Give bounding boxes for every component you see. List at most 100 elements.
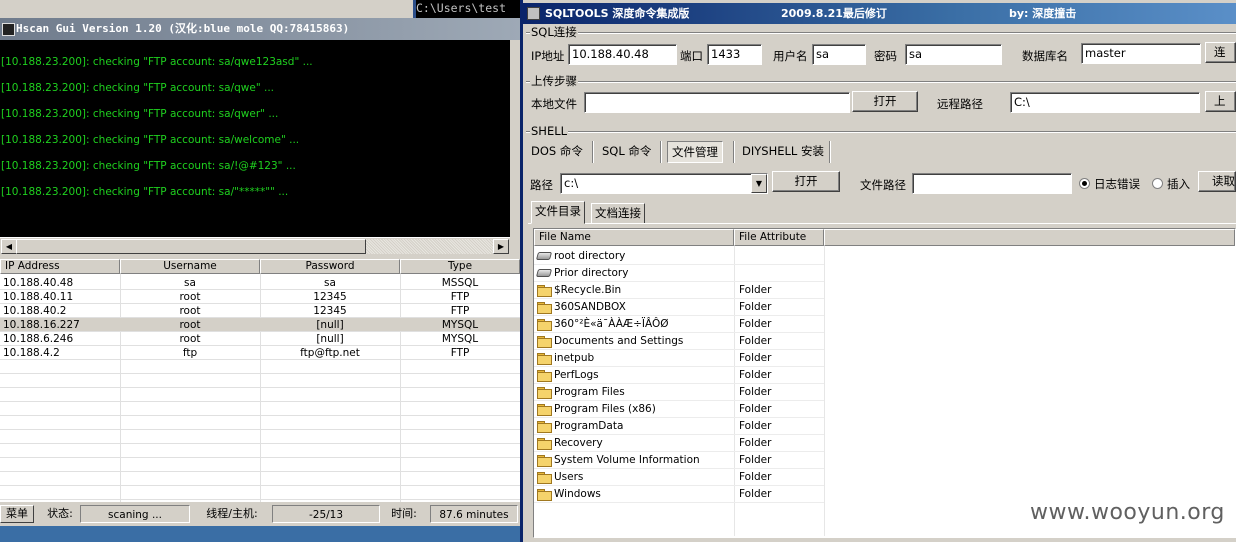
list-item[interactable]: Users Folder (534, 469, 1234, 486)
tab-file-manager[interactable]: 文件管理 (667, 141, 723, 163)
remote-path-input[interactable]: C:\ (1010, 92, 1200, 113)
list-item[interactable]: inetpub Folder (534, 350, 1234, 367)
column-header-file-name[interactable]: File Name (534, 229, 734, 246)
list-item[interactable]: Program Files (x86) Folder (534, 401, 1234, 418)
upload-button[interactable]: 上 (1205, 91, 1236, 112)
folder-icon (537, 370, 552, 382)
row-divider (0, 289, 520, 290)
column-header-empty (824, 229, 1235, 246)
desktop-background (0, 526, 520, 542)
row-divider (0, 345, 520, 346)
tab-dos-command[interactable]: DOS 命令 (527, 141, 587, 163)
scan-log-console[interactable]: [10.188.23.200]: checking "FTP account: … (0, 40, 510, 237)
cell-ip: 10.188.40.2 (3, 305, 67, 317)
file-attribute: Folder (739, 488, 772, 500)
row-divider (0, 373, 520, 374)
path-select[interactable]: c:\ ▼ (560, 173, 768, 194)
state-label: 状态: (47, 507, 73, 520)
open-local-file-button[interactable]: 打开 (852, 91, 918, 112)
row-divider (0, 471, 520, 472)
path-open-button[interactable]: 打开 (772, 171, 840, 192)
list-item[interactable]: Program Files Folder (534, 384, 1234, 401)
scroll-right-arrow-icon[interactable]: ▶ (493, 239, 509, 254)
cell-password: 12345 (313, 305, 347, 317)
password-input[interactable]: sa (905, 44, 1002, 65)
folder-icon (537, 455, 552, 467)
scroll-left-arrow-icon[interactable]: ◀ (1, 239, 17, 254)
tab-file-directory[interactable]: 文件目录 (531, 201, 585, 224)
row-divider (0, 331, 520, 332)
panel-border (528, 223, 1236, 224)
hscan-title-bar[interactable]: Hscan Gui Version 1.20 (汉化:blue mole QQ:… (0, 18, 520, 40)
folder-icon (537, 336, 552, 348)
tab-diyshell-install[interactable]: DIYSHELL 安装 (738, 141, 828, 163)
column-header-type[interactable]: Type (400, 259, 520, 274)
password-label: 密码 (874, 49, 897, 63)
remote-path-label: 远程路径 (937, 97, 983, 111)
sql-connect-group-label: SQL连接 (530, 24, 578, 40)
console-vertical-scrollbar[interactable] (510, 40, 520, 253)
ip-input[interactable]: 10.188.40.48 (568, 44, 677, 65)
scroll-thumb[interactable] (16, 239, 366, 254)
cell-password: 12345 (313, 291, 347, 303)
column-header-ip[interactable]: IP Address (0, 259, 120, 274)
file-path-input[interactable] (912, 173, 1072, 194)
connect-button[interactable]: 连 (1205, 42, 1236, 63)
table-row[interactable]: 10.188.16.227 root [null] MYSQL (0, 318, 520, 332)
chevron-down-icon[interactable]: ▼ (751, 174, 767, 193)
radio-insert[interactable] (1152, 178, 1163, 189)
sqltools-title-bar[interactable]: SQLTOOLS 深度命令集成版 2009.8.21最后修订 by: 深度撞击 (523, 3, 1236, 24)
file-attribute: Folder (739, 386, 772, 398)
sqltools-app-icon (527, 7, 540, 20)
table-row[interactable]: 10.188.6.246 root [null] MYSQL (0, 332, 520, 346)
list-item[interactable]: Recovery Folder (534, 435, 1234, 452)
local-file-input[interactable] (584, 92, 850, 113)
log-line: [10.188.23.200]: checking "FTP account: … (1, 82, 275, 94)
tab-document-link[interactable]: 文档连接 (591, 203, 645, 224)
cell-ip: 10.188.40.48 (3, 277, 74, 289)
cell-type: FTP (450, 347, 470, 359)
file-attribute: Folder (739, 301, 772, 313)
radio-log-error[interactable] (1079, 178, 1090, 189)
cell-username: root (179, 291, 201, 303)
cell-type: FTP (450, 291, 470, 303)
list-item[interactable]: Documents and Settings Folder (534, 333, 1234, 350)
list-item[interactable]: $Recycle.Bin Folder (534, 282, 1234, 299)
database-input[interactable]: master (1081, 43, 1201, 64)
list-item[interactable]: Prior directory (534, 265, 1234, 282)
ip-label: IP地址 (531, 49, 565, 63)
folder-icon (537, 353, 552, 365)
table-row[interactable]: 10.188.40.11 root 12345 FTP (0, 290, 520, 304)
upload-group-label: 上传步骤 (530, 73, 578, 89)
list-item[interactable]: ProgramData Folder (534, 418, 1234, 435)
drive-icon (535, 252, 553, 260)
menu-button[interactable]: 菜单 (0, 505, 34, 523)
scroll-track[interactable] (366, 239, 493, 254)
row-divider (0, 457, 520, 458)
list-item[interactable]: 360°²È«ä¯ÀÀÆ÷ÏÂÔØ Folder (534, 316, 1234, 333)
file-name: System Volume Information (554, 454, 700, 466)
table-row[interactable]: 10.188.40.48 sa sa MSSQL (0, 276, 520, 290)
console-horizontal-scrollbar[interactable]: ◀ ▶ (0, 237, 510, 254)
cell-username: ftp (182, 347, 198, 359)
list-item[interactable]: System Volume Information Folder (534, 452, 1234, 469)
list-item[interactable]: 360SANDBOX Folder (534, 299, 1234, 316)
row-divider (0, 303, 520, 304)
column-header-password[interactable]: Password (260, 259, 400, 274)
table-row[interactable]: 10.188.4.2 ftp ftp@ftp.net FTP (0, 346, 520, 360)
cell-ip: 10.188.4.2 (3, 347, 60, 359)
read-button[interactable]: 读取 (1198, 171, 1236, 192)
column-header-username[interactable]: Username (120, 259, 260, 274)
username-input[interactable]: sa (812, 44, 866, 65)
tab-sql-command[interactable]: SQL 命令 (598, 141, 655, 163)
log-line: [10.188.23.200]: checking "FTP account: … (1, 160, 296, 172)
column-header-file-attribute[interactable]: File Attribute (734, 229, 824, 246)
list-item[interactable]: root directory (534, 248, 1234, 265)
table-row[interactable]: 10.188.40.2 root 12345 FTP (0, 304, 520, 318)
cmd-window-title[interactable]: C:\Users\test (413, 0, 526, 18)
list-item[interactable]: PerfLogs Folder (534, 367, 1234, 384)
file-name: Recovery (554, 437, 603, 449)
local-file-label: 本地文件 (531, 97, 577, 111)
row-divider (0, 317, 520, 318)
port-input[interactable]: 1433 (707, 44, 762, 65)
